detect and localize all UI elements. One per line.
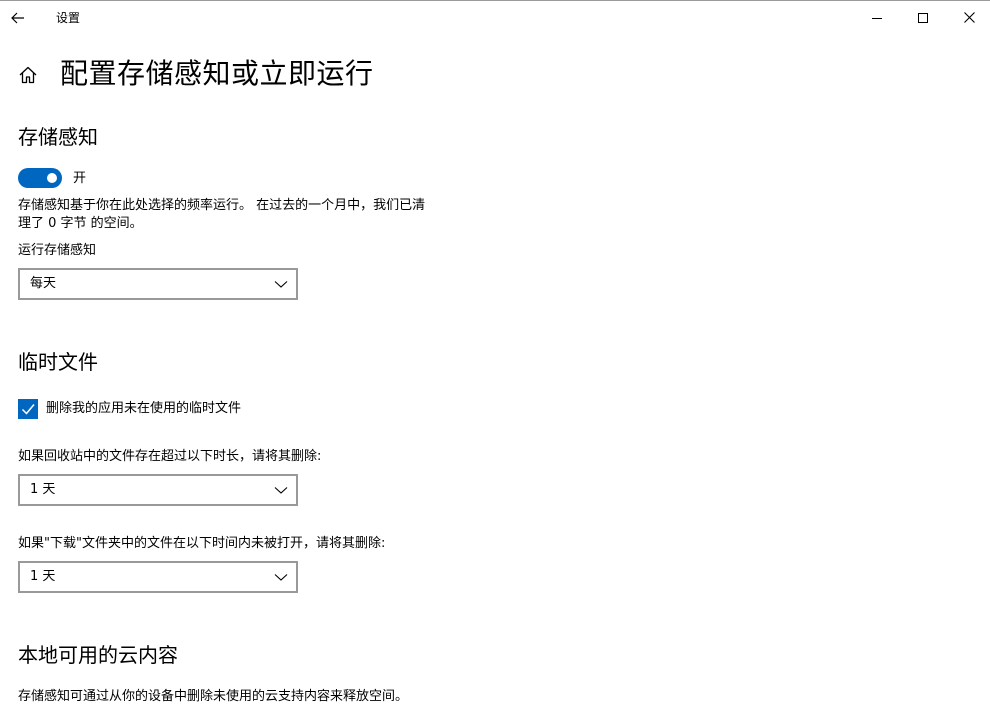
section-title-storage-sense: 存储感知 [18, 125, 98, 149]
home-button[interactable] [16, 63, 40, 87]
run-storage-sense-label: 运行存储感知 [18, 243, 97, 258]
page-title: 配置存储感知或立即运行 [60, 57, 374, 90]
back-arrow-icon [11, 12, 24, 23]
recycle-bin-dropdown[interactable]: 1 天 [18, 474, 298, 506]
dropdown-value: 1 天 [30, 482, 56, 497]
checkmark-icon [21, 404, 35, 415]
downloads-dropdown[interactable]: 1 天 [18, 561, 298, 593]
maximize-button[interactable] [900, 1, 946, 34]
minimize-button[interactable] [854, 1, 900, 34]
settings-window: 设置 配置存储感知或立即运行 存储感知 开 存储感知基于你在此处选择的频率运行。… [0, 0, 990, 714]
close-icon [963, 12, 975, 23]
back-button[interactable] [0, 1, 36, 34]
storage-sense-description-line2: 理了 0 字节 的空间。 [18, 216, 143, 231]
section-title-cloud-content: 本地可用的云内容 [18, 643, 178, 667]
home-icon [19, 66, 37, 84]
recycle-bin-label: 如果回收站中的文件存在超过以下时长，请将其删除: [18, 449, 322, 464]
toggle-state-label: 开 [73, 171, 87, 186]
maximize-icon [918, 12, 928, 23]
downloads-label: 如果"下载"文件夹中的文件在以下时间内未被打开，请将其删除: [18, 536, 386, 551]
cloud-content-description: 存储感知可通过从你的设备中删除未使用的云支持内容来释放空间。 [18, 689, 409, 704]
section-title-temp-files: 临时文件 [18, 350, 98, 374]
chevron-down-icon [274, 574, 288, 581]
dropdown-value: 每天 [30, 276, 57, 291]
storage-sense-toggle[interactable] [18, 168, 62, 188]
delete-temp-files-checkbox[interactable] [18, 399, 38, 419]
app-title: 设置 [56, 11, 81, 25]
close-button[interactable] [946, 1, 990, 34]
delete-temp-files-label: 删除我的应用未在使用的临时文件 [46, 401, 242, 416]
title-bar: 设置 [0, 1, 990, 34]
chevron-down-icon [274, 487, 288, 494]
chevron-down-icon [274, 281, 288, 288]
run-frequency-dropdown[interactable]: 每天 [18, 268, 298, 300]
storage-sense-description-line1: 存储感知基于你在此处选择的频率运行。 在过去的一个月中，我们已清 [18, 198, 426, 213]
toggle-knob [47, 173, 57, 183]
minimize-icon [872, 17, 882, 19]
dropdown-value: 1 天 [30, 569, 56, 584]
